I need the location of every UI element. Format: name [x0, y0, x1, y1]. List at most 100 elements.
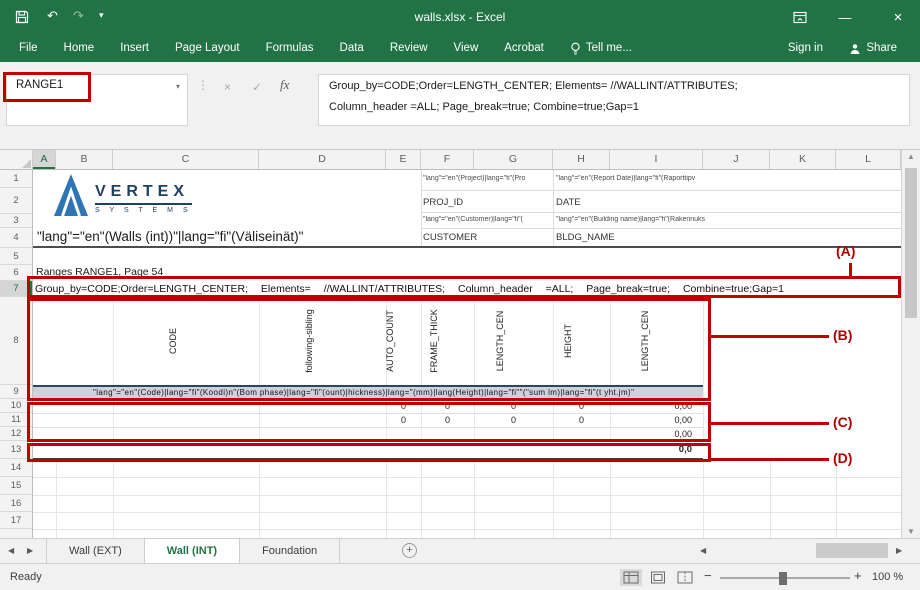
sheet-tab-wall-ext[interactable]: Wall (EXT): [46, 539, 145, 563]
formula-input[interactable]: Group_by=CODE;Order=LENGTH_CENTER; Eleme…: [318, 74, 910, 126]
cell-walls-title[interactable]: "lang"="en"(Walls (int))"|lang="fi"(Väli…: [37, 229, 409, 244]
zoom-level[interactable]: 100 %: [872, 571, 903, 583]
data-cell[interactable]: 0: [553, 413, 610, 427]
row-header-15[interactable]: 15: [0, 477, 32, 495]
data-cell[interactable]: 0: [474, 413, 553, 427]
add-sheet-button[interactable]: +: [402, 543, 417, 558]
view-page-break-button[interactable]: [674, 569, 696, 586]
h-scroll-left-icon[interactable]: ◀: [700, 546, 706, 555]
cancel-icon[interactable]: ×: [224, 80, 231, 94]
insert-function-icon[interactable]: fx: [280, 77, 289, 93]
h-scrollbar-thumb[interactable]: [816, 543, 888, 558]
column-label-height[interactable]: HEIGHT: [563, 299, 575, 383]
select-all-corner[interactable]: [0, 150, 33, 169]
row-header-8[interactable]: 8: [0, 297, 32, 385]
ribbon-tab-page-layout[interactable]: Page Layout: [162, 35, 253, 62]
column-header-g[interactable]: G: [474, 150, 553, 169]
row-header-17[interactable]: 17: [0, 512, 32, 529]
row-header-14[interactable]: 14: [0, 459, 32, 477]
name-box-dropdown-icon[interactable]: ▾: [176, 82, 180, 91]
tell-me-box[interactable]: Tell me...: [557, 35, 645, 62]
view-page-layout-button[interactable]: [647, 569, 669, 586]
ribbon-tab-acrobat[interactable]: Acrobat: [491, 35, 557, 62]
column-label-auto-count[interactable]: AUTO_COUNT: [385, 299, 397, 383]
column-header-b[interactable]: B: [56, 150, 113, 169]
data-cell[interactable]: 0: [474, 399, 553, 413]
row-header-2[interactable]: 2: [0, 188, 32, 214]
column-header-c[interactable]: C: [113, 150, 259, 169]
row-header-1[interactable]: 1: [0, 170, 32, 188]
cell-total[interactable]: 0,0: [610, 441, 698, 459]
zoom-out-button[interactable]: −: [704, 568, 712, 583]
undo-icon[interactable]: ↶: [47, 8, 58, 24]
column-label-code[interactable]: CODE: [168, 299, 180, 383]
column-label-length-cen-2[interactable]: LENGTH_CEN: [640, 299, 652, 383]
column-label-length-cen[interactable]: LENGTH_CEN: [495, 299, 507, 383]
redo-icon[interactable]: ↷: [73, 8, 84, 24]
sheet-tab-wall-int[interactable]: Wall (INT): [145, 539, 240, 563]
row-header-16[interactable]: 16: [0, 495, 32, 512]
column-label-following-sibling[interactable]: following-sibling: [304, 299, 316, 383]
cell-ranges-line[interactable]: Ranges RANGE1, Page 54: [36, 266, 163, 278]
sheet-tab-foundation[interactable]: Foundation: [240, 539, 340, 563]
row-header-11[interactable]: 11: [0, 413, 32, 427]
data-cell[interactable]: 0,00: [610, 413, 698, 427]
data-cell[interactable]: 0: [421, 413, 474, 427]
sheet-nav-left-icon[interactable]: ◀: [8, 546, 14, 555]
data-cell[interactable]: 0,00: [610, 399, 698, 413]
row-header-4[interactable]: 4: [0, 228, 32, 248]
column-header-a[interactable]: A: [33, 150, 56, 169]
data-cell[interactable]: [386, 427, 421, 441]
ribbon-tab-view[interactable]: View: [441, 35, 492, 62]
save-icon[interactable]: [14, 9, 30, 30]
minimize-button[interactable]: —: [828, 0, 862, 35]
ribbon-tab-formulas[interactable]: Formulas: [253, 35, 327, 62]
column-header-i[interactable]: I: [610, 150, 703, 169]
column-label-frame-thick[interactable]: FRAME_THICK: [429, 299, 441, 383]
cell-group-by-formula[interactable]: Group_by=CODE;Order=LENGTH_CENTER; Eleme…: [35, 283, 899, 295]
column-header-l[interactable]: L: [836, 150, 901, 169]
cell-project-label[interactable]: "lang"="en"(Project)|lang="fi"(Pro: [423, 175, 551, 182]
vertical-scrollbar[interactable]: ▲ ▼: [901, 150, 920, 538]
cell-bldg-name[interactable]: BLDG_NAME: [556, 232, 615, 243]
data-cell[interactable]: 0: [386, 413, 421, 427]
cell-date[interactable]: DATE: [556, 197, 581, 208]
row-header-5[interactable]: 5: [0, 248, 32, 265]
scroll-down-icon[interactable]: ▼: [902, 527, 920, 536]
cell-customer-label[interactable]: "lang"="en"(Customer)|lang="fi"(: [423, 216, 551, 223]
close-button[interactable]: ×: [878, 0, 918, 35]
data-cell[interactable]: [474, 427, 553, 441]
column-header-j[interactable]: J: [703, 150, 770, 169]
row-header-7[interactable]: 7: [0, 281, 32, 297]
row-header-12[interactable]: 12: [0, 427, 32, 441]
row-header-3[interactable]: 3: [0, 214, 32, 228]
zoom-slider-thumb[interactable]: [779, 572, 787, 585]
enter-icon[interactable]: ✓: [252, 80, 262, 94]
cell-proj-id[interactable]: PROJ_ID: [423, 197, 463, 208]
column-header-h[interactable]: H: [553, 150, 610, 169]
column-header-d[interactable]: D: [259, 150, 386, 169]
ribbon-tab-review[interactable]: Review: [377, 35, 441, 62]
data-cell[interactable]: 0,00: [610, 427, 698, 441]
sign-in-button[interactable]: Sign in: [775, 35, 836, 62]
sheet-nav-right-icon[interactable]: ▶: [27, 546, 33, 555]
column-header-k[interactable]: K: [770, 150, 836, 169]
scroll-up-icon[interactable]: ▲: [902, 152, 920, 161]
share-button[interactable]: Share: [836, 35, 910, 62]
row-header-6[interactable]: 6: [0, 265, 32, 281]
name-box[interactable]: RANGE1 ▾: [6, 74, 188, 126]
ribbon-display-options-icon[interactable]: [793, 11, 807, 29]
row-header-13[interactable]: 13: [0, 441, 32, 459]
data-cell[interactable]: 0: [553, 399, 610, 413]
qat-customize-icon[interactable]: ▾: [99, 10, 104, 21]
ribbon-tab-insert[interactable]: Insert: [107, 35, 162, 62]
row-header-10[interactable]: 10: [0, 399, 32, 413]
data-cell[interactable]: 0: [421, 399, 474, 413]
cell-customer[interactable]: CUSTOMER: [423, 232, 477, 243]
cell-report-date-label[interactable]: "lang"="en"(Report Date)|lang="fi"(Rapor…: [556, 175, 724, 182]
data-cell[interactable]: [553, 427, 610, 441]
view-normal-button[interactable]: [620, 569, 642, 586]
vertical-scrollbar-thumb[interactable]: [905, 168, 917, 318]
h-scroll-right-icon[interactable]: ▶: [896, 546, 902, 555]
ribbon-tab-data[interactable]: Data: [327, 35, 377, 62]
